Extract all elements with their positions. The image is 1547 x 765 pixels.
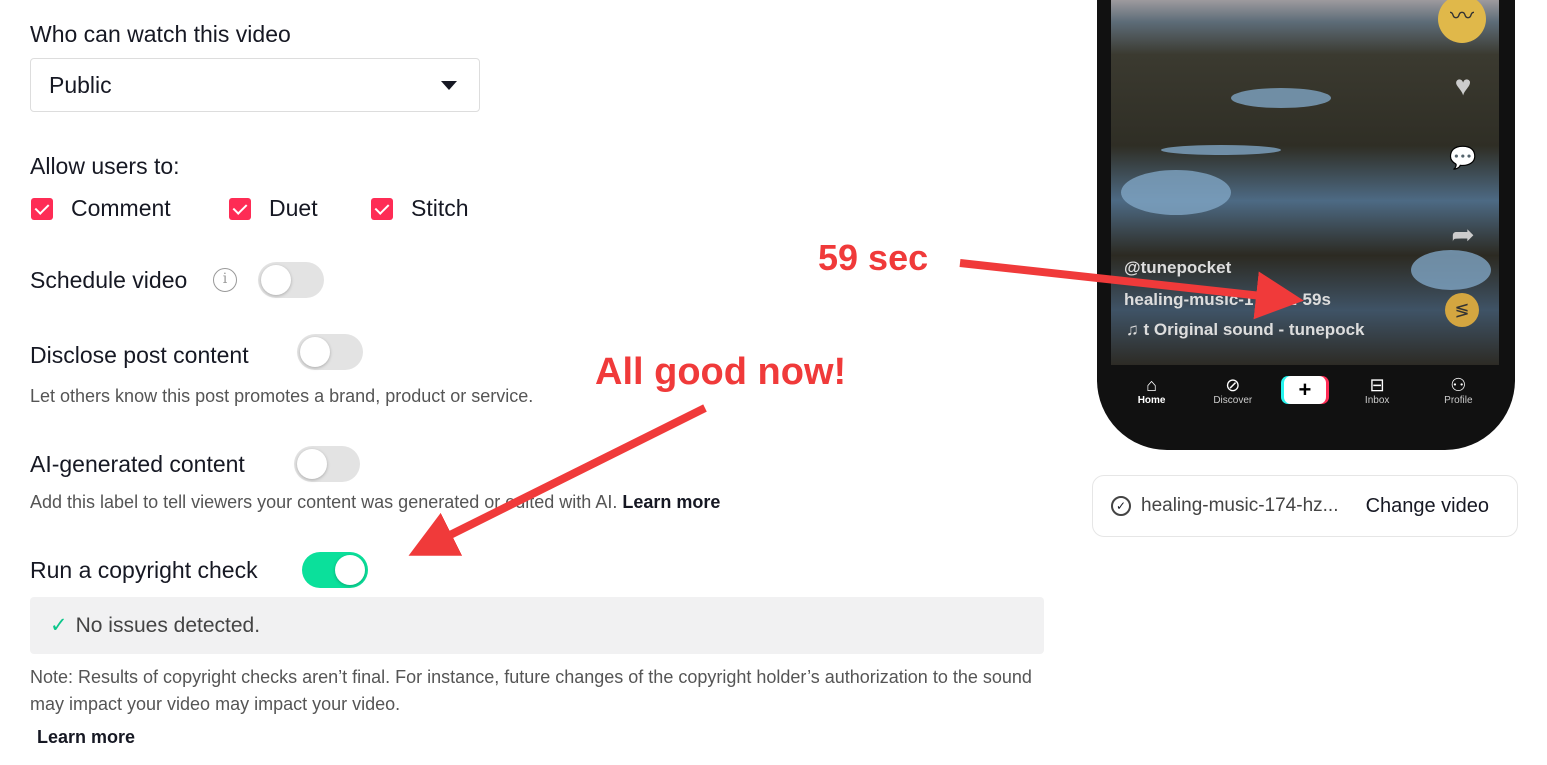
arrow-to-duration (959, 259, 1304, 320)
arrow-to-copyright (408, 404, 707, 556)
annotation-overlay: 59 sec All good now! (408, 236, 1304, 556)
duration-annotation: 59 sec (818, 237, 928, 278)
status-annotation: All good now! (595, 351, 846, 393)
